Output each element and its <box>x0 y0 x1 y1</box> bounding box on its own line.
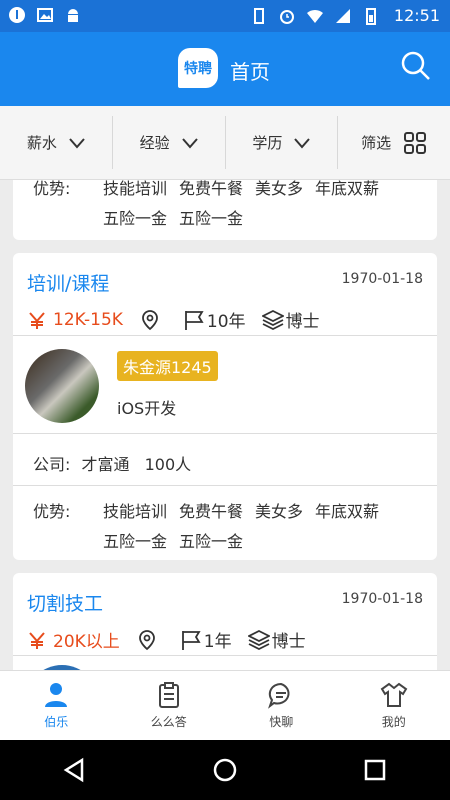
flag-icon <box>185 310 204 330</box>
filter-label: 经验 <box>139 134 170 152</box>
advantages-label: 优势: <box>33 502 71 521</box>
filter-label: 薪水 <box>26 134 57 152</box>
advantage-tag: 年底双薪 <box>315 502 380 521</box>
home-icon[interactable] <box>212 757 238 783</box>
app-logo: 特聘 <box>178 48 218 88</box>
image-icon <box>37 8 53 22</box>
location-icon <box>142 309 158 330</box>
job-title: 切割技工 <box>27 593 104 615</box>
yen-icon <box>29 311 45 329</box>
job-experience: 10年 <box>206 312 246 332</box>
job-advantages: 优势: 技能培训 免费午餐 美女多 年底双薪 五险一金 五险一金 <box>13 180 437 232</box>
job-card[interactable]: 优势: 技能培训 免费午餐 美女多 年底双薪 五险一金 五险一金 <box>13 180 437 240</box>
filter-experience[interactable]: 经验 <box>113 116 226 169</box>
advantage-tag: 年底双薪 <box>315 180 380 198</box>
company-size: 100人 <box>144 455 192 474</box>
advantage-tag: 免费午餐 <box>179 180 244 198</box>
vibrate-icon <box>253 7 264 24</box>
job-meta: 20K以上 1年 博士 <box>27 627 306 652</box>
tab-label: 伯乐 <box>44 715 69 729</box>
job-list: 优势: 技能培训 免费午餐 美女多 年底双薪 五险一金 五险一金 培训/课程 1… <box>0 180 450 670</box>
layers-icon <box>261 309 284 330</box>
grid-icon <box>404 131 427 154</box>
tab-bole[interactable]: 伯乐 <box>0 671 113 740</box>
advantages-label: 优势: <box>33 180 71 198</box>
chevron-down-icon <box>69 137 85 149</box>
tab-label: 么么答 <box>150 715 187 729</box>
layers-icon <box>247 629 270 650</box>
tab-chat[interactable]: 快聊 <box>225 671 338 740</box>
signal-icon <box>335 8 350 23</box>
wifi-icon <box>306 9 323 23</box>
app-bar: 特聘 首页 <box>0 32 450 106</box>
job-education: 博士 <box>285 312 320 332</box>
job-date: 1970-01-18 <box>341 591 423 607</box>
search-icon[interactable] <box>400 50 432 82</box>
advantage-tag: 五险一金 <box>103 532 168 551</box>
person-icon <box>45 683 68 707</box>
job-title: 培训/课程 <box>27 273 110 295</box>
company-label: 公司: <box>33 455 71 474</box>
usb-icon <box>9 7 25 23</box>
filter-bar: 薪水 经验 学历 筛选 <box>0 106 450 180</box>
tab-label: 快聊 <box>269 715 294 729</box>
advantage-tag: 五险一金 <box>179 209 244 228</box>
advantage-tag: 技能培训 <box>103 180 168 198</box>
tab-mine[interactable]: 我的 <box>338 671 450 740</box>
chevron-down-icon <box>181 137 198 149</box>
avatar[interactable] <box>25 349 99 423</box>
yen-icon <box>29 631 45 649</box>
status-time: 12:51 <box>393 6 440 25</box>
chevron-down-icon <box>294 137 311 149</box>
recents-icon[interactable] <box>362 757 388 783</box>
job-education: 博士 <box>271 632 306 652</box>
back-icon[interactable] <box>62 757 88 783</box>
advantage-tag: 美女多 <box>255 180 304 198</box>
job-company: 公司: 才富通 100人 <box>33 451 191 475</box>
filter-label: 筛选 <box>361 134 392 152</box>
clipboard-icon <box>158 682 179 708</box>
job-meta: 12K-15K 10年 博士 <box>27 307 320 332</box>
advantage-tag: 免费午餐 <box>179 502 244 521</box>
poster-name: 朱金源1245 <box>117 351 218 381</box>
advantage-tag: 五险一金 <box>179 532 244 551</box>
filter-salary[interactable]: 薪水 <box>0 116 113 169</box>
flag-icon <box>181 630 201 650</box>
advantage-tag: 美女多 <box>255 502 304 521</box>
poster-job: iOS开发 <box>117 399 177 418</box>
bottom-tab-bar: 伯乐 么么答 快聊 我的 <box>0 670 450 740</box>
alarm-icon <box>279 9 294 24</box>
job-salary: 20K以上 <box>53 632 120 652</box>
job-card[interactable]: 切割技工 1970-01-18 20K以上 1年 博士 <box>13 573 437 670</box>
job-card[interactable]: 培训/课程 1970-01-18 12K-15K 10年 博士 朱金源1245 … <box>13 253 437 560</box>
battery-icon <box>365 7 376 25</box>
company-name: 才富通 <box>81 455 130 474</box>
page-title: 首页 <box>230 60 270 84</box>
chat-icon <box>268 682 290 709</box>
status-bar: 12:51 <box>0 0 450 32</box>
job-advantages: 优势: 技能培训 免费午餐 美女多 年底双薪 五险一金 五险一金 <box>13 493 433 555</box>
filter-more[interactable]: 筛选 <box>338 116 450 169</box>
tab-qa[interactable]: 么么答 <box>113 671 226 740</box>
shirt-icon <box>380 682 408 707</box>
job-date: 1970-01-18 <box>341 271 423 287</box>
filter-label: 学历 <box>252 134 283 152</box>
job-experience: 1年 <box>203 632 232 652</box>
filter-education[interactable]: 学历 <box>226 116 339 169</box>
advantage-tag: 五险一金 <box>103 209 168 228</box>
advantage-tag: 技能培训 <box>103 502 168 521</box>
location-icon <box>138 629 155 650</box>
job-salary: 12K-15K <box>53 309 123 330</box>
system-nav-bar <box>0 740 450 800</box>
android-icon <box>68 9 78 22</box>
tab-label: 我的 <box>381 715 406 729</box>
